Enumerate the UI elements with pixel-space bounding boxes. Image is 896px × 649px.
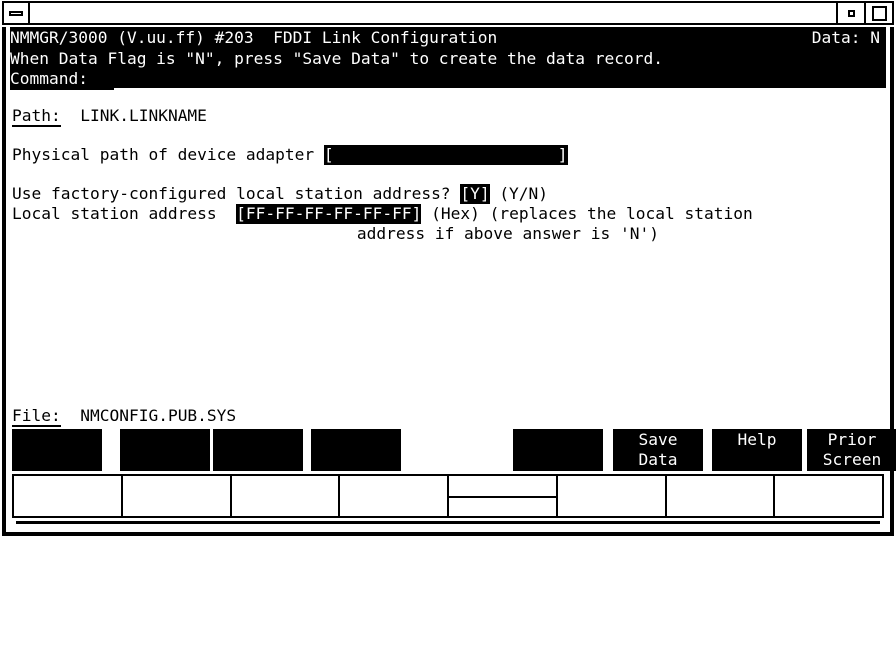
- key-grid-cell-divider: [449, 496, 556, 498]
- local-address-gap2: [421, 204, 431, 223]
- local-address-hint-indent: [6, 224, 357, 243]
- function-key-save-data[interactable]: Save Data: [613, 429, 703, 471]
- factory-address-gap: [451, 184, 461, 203]
- key-grid-cell-3[interactable]: [232, 476, 341, 516]
- function-key-f5[interactable]: [404, 429, 494, 471]
- factory-address-hint: (Y/N): [499, 184, 549, 203]
- restore-button[interactable]: [838, 3, 866, 23]
- function-key-prior-screen[interactable]: Prior Screen: [807, 429, 896, 471]
- window-title: [30, 3, 838, 23]
- command-input[interactable]: [114, 88, 886, 90]
- factory-address-row: Use factory-configured local station add…: [12, 184, 548, 204]
- key-grid-cell-6[interactable]: [558, 476, 667, 516]
- factory-address-label: Use factory-configured local station add…: [12, 184, 451, 203]
- header-instruction-line: When Data Flag is "N", press "Save Data"…: [10, 49, 663, 68]
- path-value: LINK.LINKNAME: [80, 106, 207, 125]
- local-address-label: Local station address: [12, 204, 217, 223]
- key-grid-cell-8[interactable]: [775, 476, 882, 516]
- local-address-hint-2: address if above answer is 'N'): [356, 224, 659, 243]
- factory-address-input[interactable]: [Y]: [460, 184, 490, 204]
- function-key-help[interactable]: Help: [712, 429, 802, 471]
- local-address-value: FF-FF-FF-FF-FF-FF: [245, 204, 412, 223]
- file-row: File: NMCONFIG.PUB.SYS: [12, 406, 237, 427]
- function-key-f2[interactable]: [120, 429, 210, 471]
- file-spacer: [61, 406, 81, 425]
- key-grid-cell-4[interactable]: [340, 476, 449, 516]
- minimize-icon: [9, 10, 23, 16]
- key-grid-cell-7[interactable]: [667, 476, 776, 516]
- physical-path-gap: [314, 145, 324, 164]
- key-grid-cell-2[interactable]: [123, 476, 232, 516]
- path-label: Path:: [12, 106, 61, 127]
- local-address-input[interactable]: [FF-FF-FF-FF-FF-FF]: [236, 204, 422, 224]
- file-value: NMCONFIG.PUB.SYS: [80, 406, 237, 425]
- command-prompt-label: Command:: [10, 69, 88, 88]
- header-title-line: NMMGR/3000 (V.uu.ff) #203 FDDI Link Conf…: [10, 28, 498, 47]
- maximize-button[interactable]: [866, 3, 892, 23]
- function-key-f1[interactable]: [12, 429, 102, 471]
- local-address-row: Local station address [FF-FF-FF-FF-FF-FF…: [12, 204, 753, 224]
- function-key-f3[interactable]: [213, 429, 303, 471]
- screen-header-block: NMMGR/3000 (V.uu.ff) #203 FDDI Link Conf…: [10, 27, 886, 90]
- function-key-grid: [12, 474, 884, 518]
- function-key-f6[interactable]: [513, 429, 603, 471]
- file-label: File:: [12, 406, 61, 427]
- path-spacer: [61, 106, 81, 125]
- path-row: Path: LINK.LINKNAME: [12, 106, 207, 127]
- local-address-hint-row: address if above answer is 'N'): [6, 224, 659, 244]
- physical-path-value: [334, 145, 558, 164]
- physical-path-label: Physical path of device adapter: [12, 145, 315, 164]
- local-address-hint-1: (Hex) (replaces the local station: [431, 204, 753, 223]
- restore-icon: [847, 9, 855, 17]
- minimize-button[interactable]: [4, 3, 30, 23]
- function-key-f4[interactable]: [311, 429, 401, 471]
- data-flag-indicator: Data: N: [811, 28, 880, 47]
- physical-path-row: Physical path of device adapter [ ]: [12, 145, 568, 165]
- factory-address-gap2: [490, 184, 500, 203]
- window-titlebar: [2, 1, 894, 25]
- function-key-bar: Save Data Help Prior Screen: [12, 429, 896, 471]
- local-address-gap: [217, 204, 237, 223]
- maximize-icon: [871, 5, 887, 21]
- application-window: NMMGR/3000 (V.uu.ff) #203 FDDI Link Conf…: [0, 0, 896, 538]
- terminal-screen: NMMGR/3000 (V.uu.ff) #203 FDDI Link Conf…: [6, 27, 896, 528]
- bottom-rule: [16, 521, 880, 524]
- terminal-client-area: NMMGR/3000 (V.uu.ff) #203 FDDI Link Conf…: [2, 27, 896, 536]
- key-grid-cell-5[interactable]: [449, 476, 558, 516]
- key-grid-cell-1[interactable]: [14, 476, 123, 516]
- factory-address-value: Y: [470, 184, 480, 203]
- physical-path-input[interactable]: [ ]: [323, 145, 568, 165]
